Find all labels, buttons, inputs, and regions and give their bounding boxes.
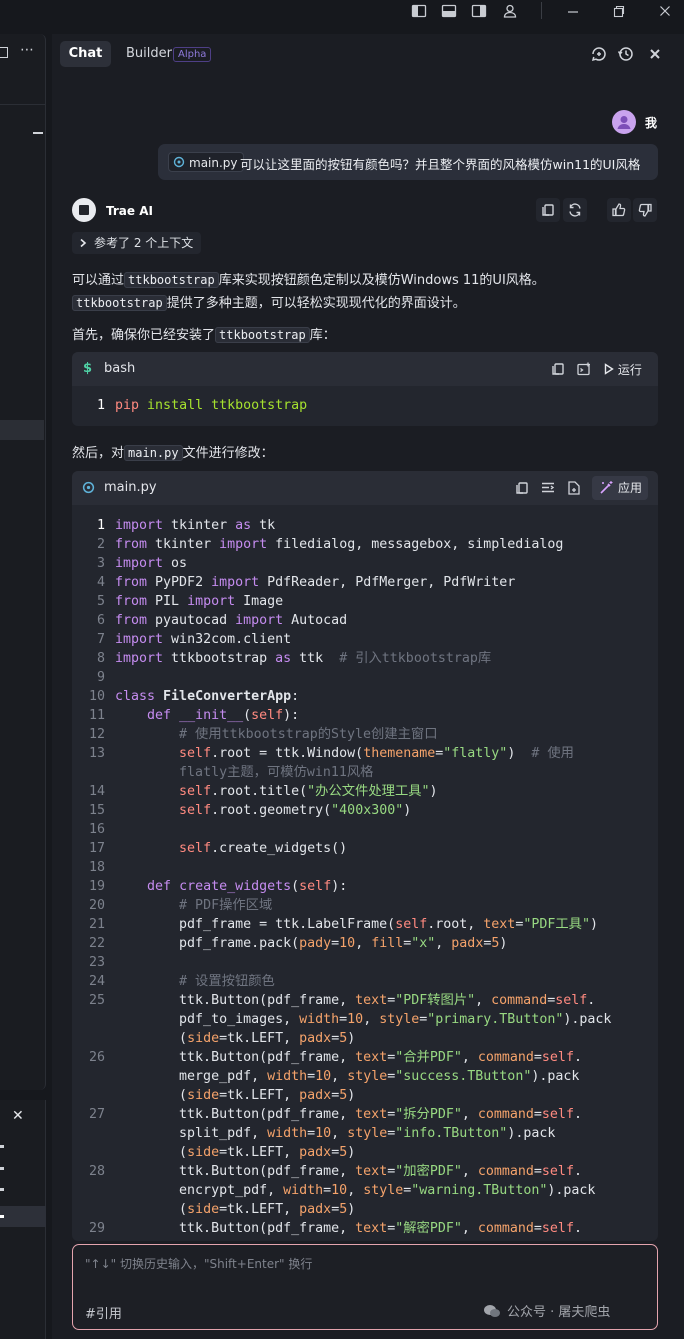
new-file-icon[interactable] [566,480,582,496]
tab-builder[interactable]: Builder [126,41,172,67]
list-item-marker [0,1145,4,1148]
user-message-bubble: main.py 可以让这里面的按钮有颜色吗？并且整个界面的风格模仿win11的U… [158,144,658,180]
code-block-language: bash [104,361,136,376]
insert-at-cursor-icon[interactable] [540,480,556,496]
inline-code: main.py [124,445,183,461]
text: 首先，确保你已经安装了 [72,328,216,343]
close-chat-icon[interactable] [646,45,664,63]
new-chat-icon[interactable] [590,45,608,63]
context-references-label: 参考了 2 个上下文 [94,236,194,250]
python-file-icon [82,481,95,494]
thumbs-down-icon[interactable] [633,198,657,222]
response-paragraph: 然后，对 main.py 文件进行修改： [72,442,274,461]
response-paragraph: 可以通过 ttkbootstrap 库来实现按钮颜色定制以及模仿Windows 11… [72,269,545,288]
play-icon [604,363,614,375]
line-number: 1 [96,398,105,413]
text: 可以通过 [72,273,125,288]
terminal-icon: $ [83,361,93,376]
python-file-icon [173,156,185,168]
cite-button[interactable]: #引用 [85,1303,122,1322]
file-reference-chip[interactable]: main.py [168,152,244,172]
tab-chat[interactable]: Chat [60,41,111,67]
response-paragraph: ttkbootstrap 提供了多种主题，可以轻松实现现代化的界面设计。 [72,292,466,311]
ai-name: Trae AI [106,204,153,218]
text: 提供了多种主题，可以轻松实现现代化的界面设计。 [166,296,466,311]
watermark: 公众号 · 屠夫爬虫 [483,1301,610,1320]
list-item-selected[interactable] [0,1206,46,1227]
text: 然后，对 [72,446,125,461]
watermark-text: 公众号 · 屠夫爬虫 [507,1305,611,1320]
list-item-marker [0,1167,4,1170]
magic-wand-icon [600,481,613,494]
run-button[interactable]: 运行 [604,361,642,378]
code-text: pip install ttkbootstrap [115,398,308,413]
account-icon[interactable] [502,3,520,19]
apply-button[interactable]: 应用 [592,476,649,500]
copy-code-icon[interactable] [550,361,566,377]
regenerate-icon[interactable] [563,198,587,222]
divider [0,104,45,105]
chat-panel: Chat Builder Alpha 我 main.py 可以让这里面的按钮有颜… [52,34,684,1339]
close-icon[interactable] [657,3,675,19]
title-bar-separator [541,2,542,19]
insert-to-terminal-icon[interactable] [576,361,592,377]
copy-icon[interactable] [536,198,560,222]
copy-code-icon[interactable] [514,480,530,496]
bash-code-block: $ bash 运行 1 pip install ttkbootstrap [72,352,658,426]
apply-label: 应用 [618,481,643,495]
inline-code: ttkbootstrap [124,272,219,288]
left-sidebar: ⋯ [0,34,46,1090]
split-editor-icon[interactable] [0,47,8,58]
user-avatar [612,110,636,134]
title-bar [0,0,684,24]
user-message-text: 可以让这里面的按钮有颜色吗？并且整个界面的风格模仿win11的UI风格 [240,157,641,172]
toggle-left-sidebar-icon[interactable] [411,3,429,19]
inline-code: ttkbootstrap [215,327,310,343]
code-block-header: main.py 应用 [72,471,658,505]
restore-icon[interactable] [611,3,629,19]
main-py-code-block: main.py 应用 1 import tkinter as tk 2 from t… [72,471,658,1241]
run-label: 运行 [617,363,642,377]
chat-header: Chat Builder Alpha [52,34,684,74]
user-name: 我 [645,116,658,130]
text: 库来实现按钮颜色定制以及模仿Windows 11的UI风格。 [218,273,545,288]
close-panel-icon[interactable]: ✕ [12,1108,24,1124]
thumbs-up-icon[interactable] [607,198,631,222]
response-paragraph: 首先，确保你已经安装了 ttkbootstrap 库： [72,324,336,343]
collapse-icon[interactable] [33,132,43,134]
chat-input-placeholder: "↑↓" 切换历史输入，"Shift+Enter" 换行 [85,1257,313,1271]
wechat-icon [484,1305,500,1317]
toggle-right-sidebar-icon[interactable] [471,3,489,19]
minimize-icon[interactable] [565,3,583,19]
file-chip-label: main.py [189,156,238,170]
chevron-right-icon [80,238,87,248]
text: 库： [309,328,336,343]
chat-input[interactable]: "↑↓" 切换历史输入，"Shift+Enter" 换行 #引用 公众号 · 屠… [72,1244,658,1330]
text: 文件进行修改： [182,446,274,461]
alpha-badge: Alpha [173,47,212,62]
code-block-header: $ bash 运行 [72,352,658,386]
list-item-marker [0,1188,4,1191]
more-options-icon[interactable]: ⋯ [20,42,35,58]
code-block-filename: main.py [104,480,157,495]
left-bottom-panel: ✕ [0,1100,46,1339]
toggle-panel-icon[interactable] [441,3,459,19]
context-references-toggle[interactable]: 参考了 2 个上下文 [72,232,202,254]
selected-file-row[interactable] [0,420,44,440]
history-icon[interactable] [617,45,635,63]
inline-code: ttkbootstrap [72,295,167,311]
ai-avatar [72,198,96,222]
